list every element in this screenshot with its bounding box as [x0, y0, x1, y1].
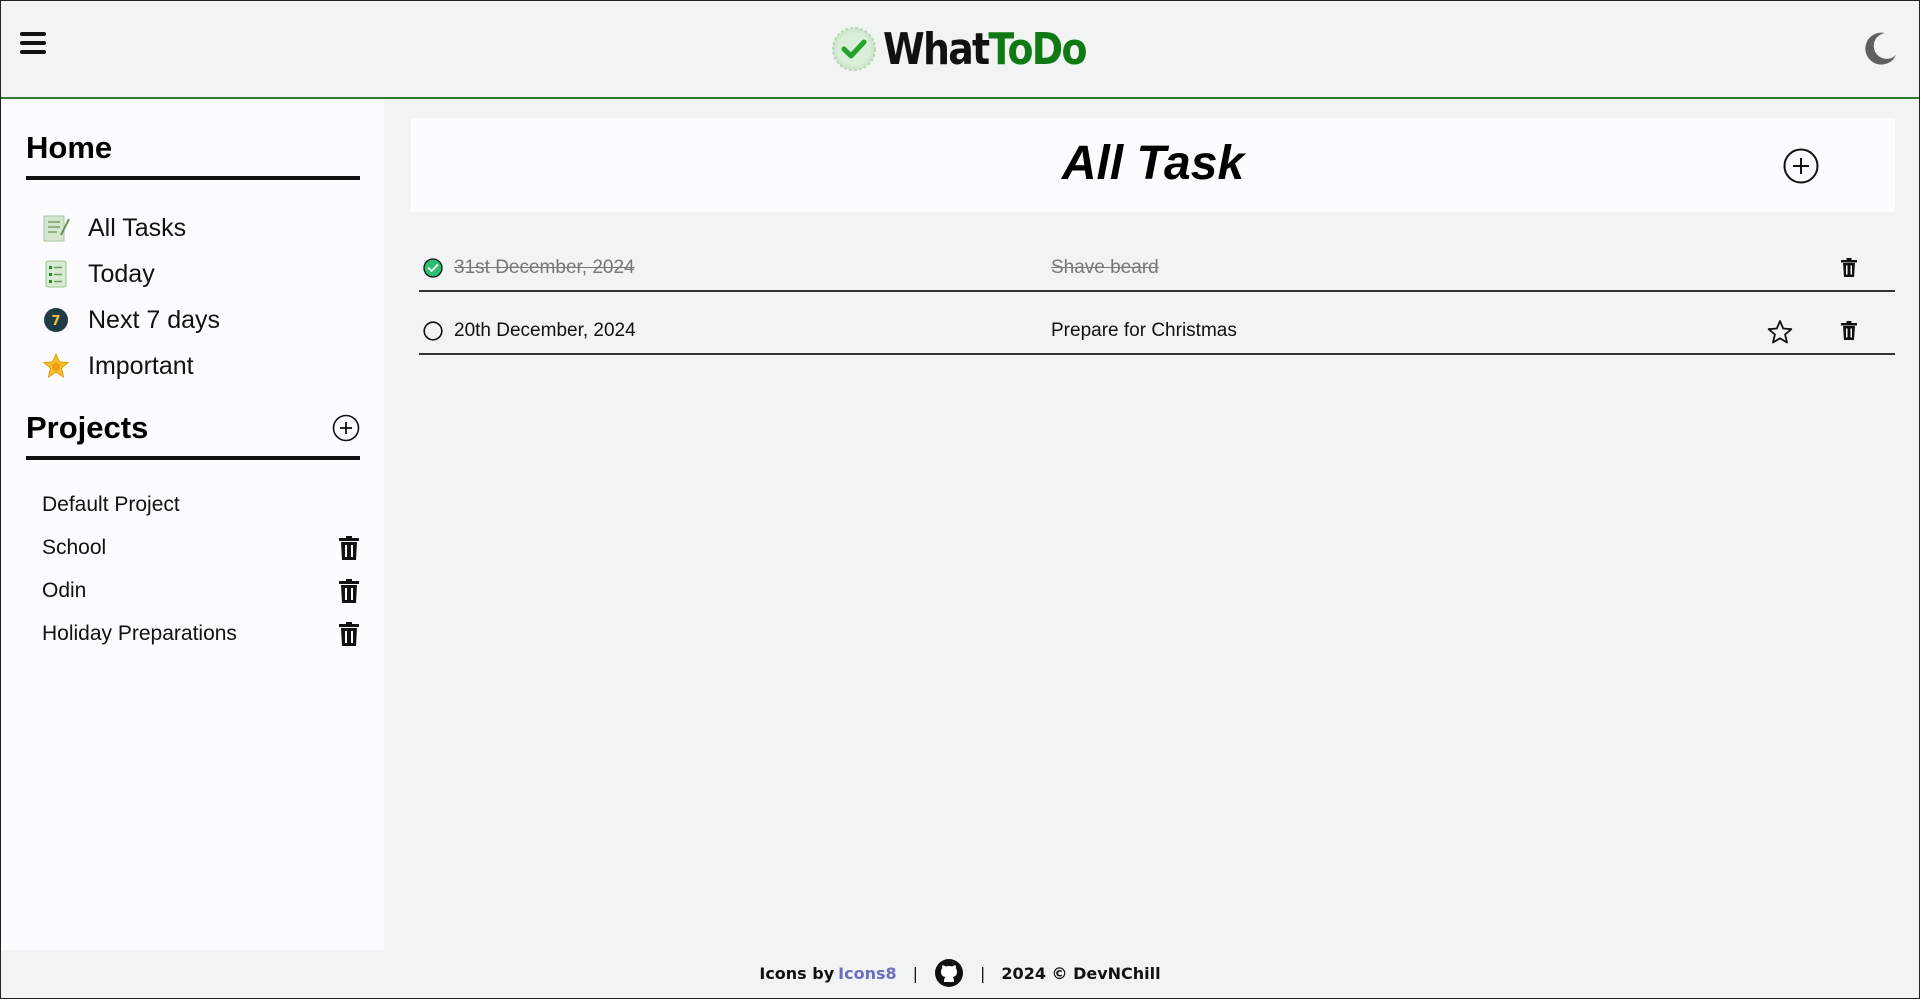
task-date: 31st December, 2024 [454, 257, 635, 278]
nav-label-all-tasks: All Tasks [88, 213, 187, 242]
logo-text-what: What [883, 23, 990, 75]
project-label: Default Project [42, 492, 180, 516]
seven-badge-icon: 7 [41, 305, 71, 335]
project-list: Default Project School Odin Holiday Prep… [42, 483, 360, 655]
copyright-text: 2024 © DevNChill [1001, 963, 1161, 983]
app-logo: WhatToDo [831, 23, 1119, 75]
add-project-icon[interactable] [332, 414, 360, 442]
svg-text:7: 7 [51, 314, 60, 329]
sidebar: Home All Tasks Today 7 Next 7 days Impor… [1, 100, 384, 950]
nav-label-next-7-days: Next 7 days [88, 305, 221, 334]
logo-text-todo: ToDo [988, 23, 1087, 75]
trash-icon[interactable] [338, 621, 360, 646]
project-item-odin[interactable]: Odin [42, 569, 360, 612]
trash-icon[interactable] [338, 578, 360, 603]
logo-text: WhatToDo [883, 23, 1087, 75]
footer-separator: | [980, 963, 986, 983]
add-task-icon[interactable] [1783, 148, 1819, 184]
project-item-default[interactable]: Default Project [42, 483, 360, 526]
app-header: WhatToDo [1, 1, 1919, 99]
github-icon[interactable] [934, 958, 964, 988]
home-nav: All Tasks Today 7 Next 7 days Important [41, 205, 220, 389]
project-item-school[interactable]: School [42, 526, 360, 569]
project-label: School [42, 535, 107, 559]
notebook-icon [41, 213, 71, 243]
nav-item-next-7-days[interactable]: 7 Next 7 days [41, 297, 220, 343]
icons-credit-prefix: Icons by [759, 963, 835, 983]
footer-separator: | [912, 963, 919, 983]
task-row: 31st December, 2024 Shave beard [419, 244, 1895, 292]
nav-item-today[interactable]: Today [41, 251, 220, 297]
checklist-icon [41, 259, 71, 289]
star-icon [41, 351, 71, 381]
nav-label-today: Today [88, 259, 155, 288]
main-title-banner: All Task [411, 118, 1895, 212]
task-name[interactable]: Prepare for Christmas [1051, 320, 1237, 342]
project-label: Holiday Preparations [42, 621, 237, 645]
trash-icon[interactable] [1841, 258, 1857, 277]
trash-icon[interactable] [338, 535, 360, 560]
moon-icon[interactable] [1861, 29, 1899, 67]
icons8-link[interactable]: Icons8 [838, 964, 896, 983]
checked-circle-icon[interactable] [423, 258, 443, 278]
hamburger-icon[interactable] [20, 32, 46, 56]
trash-icon[interactable] [1841, 321, 1857, 340]
projects-heading-row: Projects [26, 410, 360, 460]
project-label: Odin [42, 578, 87, 602]
project-item-holiday-preparations[interactable]: Holiday Preparations [42, 612, 360, 655]
nav-item-all-tasks[interactable]: All Tasks [41, 205, 220, 251]
task-name[interactable]: Shave beard [1051, 257, 1159, 279]
nav-label-important: Important [88, 351, 194, 380]
home-heading: Home [26, 130, 360, 180]
app-footer: Icons by Icons8 | | 2024 © DevNChill [1, 948, 1919, 998]
projects-heading: Projects [26, 410, 149, 445]
check-badge-icon [832, 27, 876, 71]
page-title: All Task [1061, 137, 1245, 190]
task-row: 20th December, 2024 Prepare for Christma… [419, 307, 1895, 355]
star-outline-icon[interactable] [1767, 319, 1793, 345]
task-date: 20th December, 2024 [454, 320, 636, 341]
nav-item-important[interactable]: Important [41, 343, 220, 389]
empty-circle-icon[interactable] [423, 321, 443, 341]
